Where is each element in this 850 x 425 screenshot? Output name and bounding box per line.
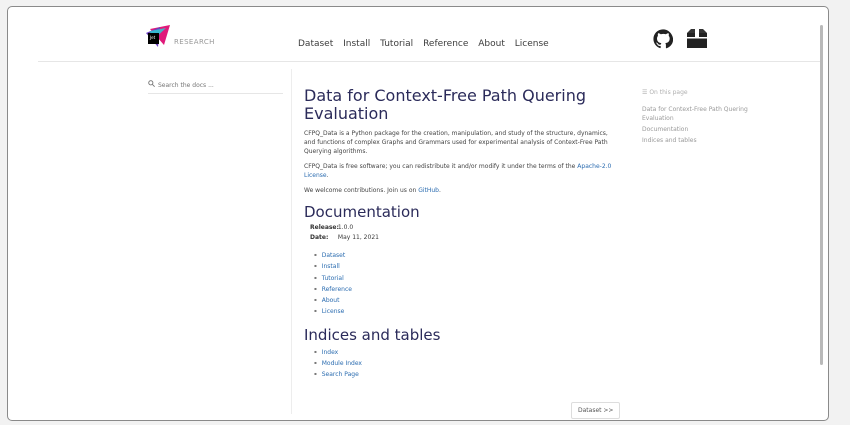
date-label: Date:: [310, 234, 329, 241]
date-value: May 11, 2021: [337, 234, 379, 241]
module-index-link[interactable]: Module Index: [322, 360, 362, 367]
nav-link-tutorial[interactable]: Tutorial: [380, 39, 413, 49]
content-divider: [291, 69, 292, 414]
nav-link-about[interactable]: About: [478, 39, 505, 49]
list-item: Search Page: [314, 369, 614, 380]
toc-link-about[interactable]: About: [322, 297, 340, 304]
search-box[interactable]: [148, 79, 283, 94]
nav-link-reference[interactable]: Reference: [423, 39, 468, 49]
list-item: Tutorial: [314, 273, 614, 284]
toc-link-reference[interactable]: Reference: [322, 286, 352, 293]
scrollbar-thumb[interactable]: [820, 25, 823, 365]
brand-logo-mark-icon: Jet: [146, 25, 170, 47]
brand-logo[interactable]: Jet RESEARCH: [146, 25, 256, 55]
list-icon: ☰: [642, 89, 648, 96]
indices-heading: Indices and tables: [304, 325, 441, 344]
documentation-toc: Dataset Install Tutorial Reference About…: [314, 250, 614, 318]
contrib-text: We welcome contributions. Join us on: [304, 187, 419, 194]
nav-link-license[interactable]: License: [515, 39, 549, 49]
on-this-page-list: Data for Context-Free Path Quering Evalu…: [642, 105, 752, 145]
list-item: About: [314, 295, 614, 306]
toc-link-license[interactable]: License: [322, 308, 345, 315]
nav-link-dataset[interactable]: Dataset: [298, 39, 333, 49]
page-title: Data for Context-Free Path Quering Evalu…: [304, 86, 586, 123]
github-icon[interactable]: [653, 29, 674, 53]
search-icon: [148, 80, 155, 89]
top-nav-links: Dataset Install Tutorial Reference About…: [298, 39, 556, 49]
list-item: License: [314, 306, 614, 317]
toc-link-tutorial[interactable]: Tutorial: [322, 274, 344, 281]
contrib-paragraph: We welcome contributions. Join us on Git…: [304, 186, 614, 195]
search-input[interactable]: [158, 80, 278, 90]
on-this-page-title: On this page: [649, 89, 688, 96]
on-this-page-header: ☰ On this page: [642, 89, 752, 96]
license-paragraph: CFPQ_Data is free software; you can redi…: [304, 162, 614, 180]
documentation-heading: Documentation: [304, 203, 420, 221]
on-this-page-item[interactable]: Data for Context-Free Path Quering Evalu…: [642, 105, 752, 123]
nav-icon-group: [653, 29, 716, 53]
package-icon[interactable]: [686, 29, 708, 53]
main-content: Data for Context-Free Path Quering Evalu…: [304, 87, 614, 380]
list-item: Dataset: [314, 250, 614, 261]
list-item: Install: [314, 261, 614, 272]
on-this-page-item[interactable]: Indices and tables: [642, 136, 752, 145]
next-page-button[interactable]: Dataset >>: [571, 402, 621, 419]
license-suffix: .: [326, 172, 329, 179]
search-page-link[interactable]: Search Page: [322, 371, 359, 378]
release-row: Release: 1.0.0: [310, 224, 614, 231]
on-this-page-item[interactable]: Documentation: [642, 125, 752, 134]
github-link[interactable]: GitHub: [418, 187, 439, 194]
list-item: Module Index: [314, 358, 614, 369]
date-row: Date: May 11, 2021: [310, 234, 614, 241]
list-item: Reference: [314, 284, 614, 295]
license-text: CFPQ_Data is free software; you can redi…: [304, 163, 578, 170]
nav-link-install[interactable]: Install: [343, 39, 370, 49]
svg-text:Jet: Jet: [149, 35, 156, 40]
browser-frame: Jet RESEARCH Dataset Install Tutorial Re…: [7, 6, 829, 421]
intro-paragraph: CFPQ_Data is a Python package for the cr…: [304, 130, 608, 155]
top-navbar: Jet RESEARCH Dataset Install Tutorial Re…: [38, 15, 823, 62]
release-label: Release:: [310, 224, 339, 231]
list-item: Index: [314, 347, 614, 358]
index-link[interactable]: Index: [322, 348, 339, 355]
contrib-suffix: .: [439, 187, 441, 194]
on-this-page-panel: ☰ On this page Data for Context-Free Pat…: [642, 89, 752, 147]
indices-list: Index Module Index Search Page: [314, 347, 614, 381]
toc-link-install[interactable]: Install: [322, 263, 340, 270]
release-value: 1.0.0: [337, 224, 354, 231]
logo-text: RESEARCH: [174, 38, 215, 46]
page-scrollbar[interactable]: [820, 25, 823, 405]
toc-link-dataset[interactable]: Dataset: [322, 252, 346, 259]
